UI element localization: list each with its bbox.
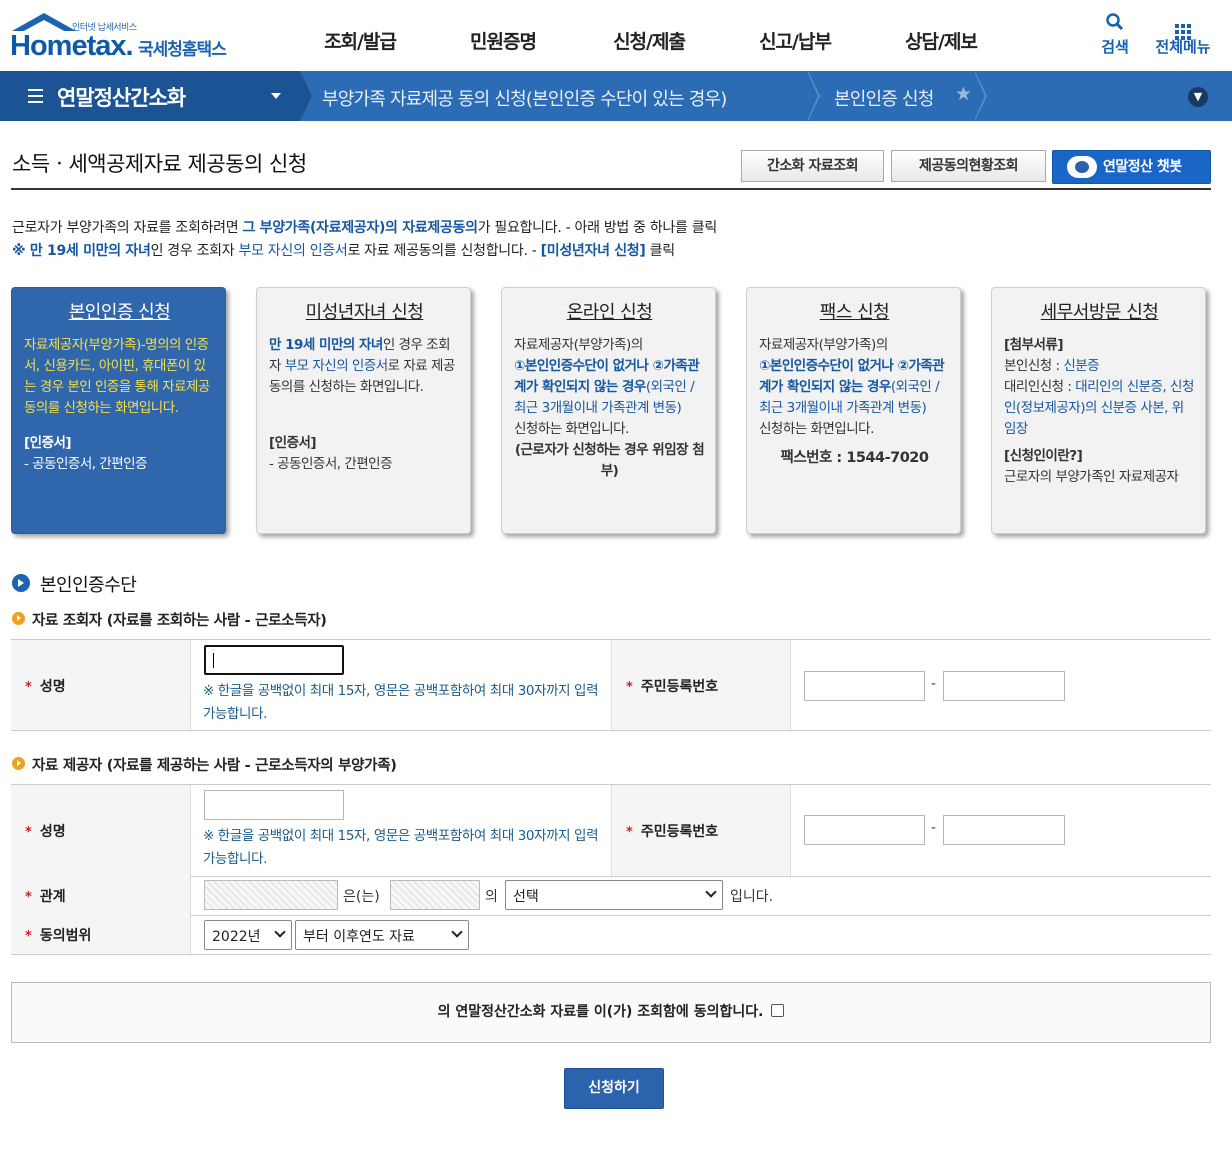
subsection-bullet-icon bbox=[12, 612, 25, 625]
agree-checkbox[interactable] bbox=[771, 1004, 785, 1017]
relation-select[interactable]: 선택 bbox=[505, 880, 723, 910]
hamburger-icon bbox=[28, 89, 43, 107]
card-title[interactable]: 미성년자녀 신청 bbox=[269, 302, 460, 323]
chatbot-icon bbox=[1067, 156, 1097, 178]
chevron-down-icon bbox=[274, 926, 286, 938]
global-nav: 조회/발급 민원증명 신청/제출 신고/납부 상담/제보 bbox=[290, 27, 1014, 54]
search-icon bbox=[1095, 12, 1135, 36]
scope-range-select[interactable]: 부터 이후연도 자료 bbox=[295, 920, 469, 950]
requester-rrn-back-input[interactable] bbox=[943, 671, 1065, 701]
chevron-down-icon bbox=[451, 926, 463, 938]
chatbot-button[interactable]: 연말정산 챗봇 bbox=[1052, 150, 1211, 184]
requester-name-input[interactable] bbox=[204, 645, 344, 675]
submit-button[interactable]: 신청하기 bbox=[564, 1068, 664, 1109]
card-title[interactable]: 온라인 신청 bbox=[514, 302, 705, 323]
required-mark: * bbox=[25, 929, 32, 944]
card-visit-office[interactable]: 세무서방문 신청 [첨부서류] 본인신청 : 신분증 대리인신청 : 대리인의 … bbox=[991, 287, 1206, 534]
card-self-auth[interactable]: 본인인증 신청 자료제공자(부양가족)-명의의 인증서, 신용카드, 아이핀, … bbox=[11, 287, 226, 534]
breadcrumb: 연말정산간소화 부양가족 자료제공 동의 신청(본인인증 수단이 있는 경우) … bbox=[0, 71, 1232, 121]
all-menu-button[interactable]: 전체메뉴 bbox=[1150, 12, 1216, 57]
search-button[interactable]: 검색 bbox=[1095, 12, 1135, 57]
required-mark: * bbox=[626, 825, 633, 840]
chatbot-label: 연말정산 챗봇 bbox=[1103, 159, 1182, 175]
relation-provider-field bbox=[390, 880, 480, 910]
section-bullet-icon bbox=[12, 574, 30, 592]
all-menu-label: 전체메뉴 bbox=[1155, 38, 1211, 56]
required-mark: * bbox=[25, 890, 32, 905]
gnb-inquiry[interactable]: 조회/발급 bbox=[290, 27, 430, 54]
intro-text: 근로자가 부양가족의 자료를 조회하려면 그 부양가족(자료제공자)의 자료제공… bbox=[12, 220, 717, 259]
requester-rrn-front-input[interactable] bbox=[804, 671, 925, 701]
card-title[interactable]: 팩스 신청 bbox=[759, 302, 950, 323]
requester-name-note: ※ 한글을 공백없이 최대 15자, 영문은 공백포함하여 최대 30자까지 입… bbox=[203, 683, 599, 722]
provider-name-input[interactable] bbox=[204, 790, 344, 820]
provider-name-row: * 성명 ※ 한글을 공백없이 최대 15자, 영문은 공백포함하여 최대 30자… bbox=[11, 784, 1211, 877]
gnb-consult[interactable]: 상담/제보 bbox=[868, 27, 1014, 54]
gnb-certificate[interactable]: 민원증명 bbox=[430, 27, 576, 54]
required-mark: * bbox=[25, 825, 32, 840]
provider-title: 자료 제공자 (자료를 제공하는 사람 - 근로소득자의 부양가족) bbox=[32, 758, 397, 774]
requester-title: 자료 조회자 (자료를 조회하는 사람 - 근로소득자) bbox=[32, 613, 327, 629]
gnb-report-pay[interactable]: 신고/납부 bbox=[722, 27, 868, 54]
consent-status-button[interactable]: 제공동의현황조회 bbox=[891, 150, 1046, 182]
hometax-logo[interactable]: 인터넷 납세서비스 Hometax. 국세청홈택스 bbox=[10, 10, 250, 65]
subsection-bullet-icon bbox=[12, 757, 25, 770]
breadcrumb-level2[interactable]: 부양가족 자료제공 동의 신청(본인인증 수단이 있는 경우) bbox=[322, 85, 727, 111]
logo-brand-en: Hometax. bbox=[10, 30, 134, 62]
relation-requester-field bbox=[204, 880, 338, 910]
fax-number: 팩스번호 : 1544-7020 bbox=[780, 450, 930, 466]
required-mark: * bbox=[626, 680, 633, 695]
provider-rrn-back-input[interactable] bbox=[943, 815, 1065, 845]
header: 인터넷 납세서비스 Hometax. 국세청홈택스 조회/발급 민원증명 신청/… bbox=[0, 0, 1232, 71]
chevron-down-icon[interactable]: ▼ bbox=[1188, 87, 1208, 107]
page-title: 소득ㆍ세액공제자료 제공동의 신청 bbox=[12, 152, 307, 176]
search-label: 검색 bbox=[1101, 38, 1129, 56]
scope-year-select[interactable]: 2022년 bbox=[204, 920, 292, 950]
card-title[interactable]: 세무서방문 신청 bbox=[1004, 302, 1195, 323]
agreement-box: 의 연말정산간소화 자료를 이(가) 조회함에 동의합니다. bbox=[11, 982, 1211, 1043]
simple-query-button[interactable]: 간소화 자료조회 bbox=[741, 150, 884, 182]
breadcrumb-home[interactable]: 연말정산간소화 bbox=[0, 71, 300, 121]
card-online[interactable]: 온라인 신청 자료제공자(부양가족)의 ①본인인증수단이 없거나 ②가족관계가 … bbox=[501, 287, 716, 534]
section-title: 본인인증수단 bbox=[40, 575, 137, 596]
chevron-down-icon bbox=[705, 886, 717, 898]
caret-down-icon bbox=[271, 93, 281, 99]
agreement-text: 의 연말정산간소화 자료를 이(가) 조회함에 동의합니다. bbox=[437, 1004, 764, 1020]
logo-brand-kr: 국세청홈택스 bbox=[138, 40, 227, 60]
requester-row: * 성명 ※ 한글을 공백없이 최대 15자, 영문은 공백포함하여 최대 30자… bbox=[11, 639, 1211, 731]
breadcrumb-home-label: 연말정산간소화 bbox=[57, 86, 186, 110]
card-fax[interactable]: 팩스 신청 자료제공자(부양가족)의 ①본인인증수단이 없거나 ②가족관계가 확… bbox=[746, 287, 961, 534]
card-minor-child[interactable]: 미성년자녀 신청 만 19세 미만의 자녀인 경우 조회자 부모 자신의 인증서… bbox=[256, 287, 471, 534]
gnb-application[interactable]: 신청/제출 bbox=[576, 27, 722, 54]
card-title[interactable]: 본인인증 신청 bbox=[24, 302, 215, 323]
provider-rrn-front-input[interactable] bbox=[804, 815, 925, 845]
breadcrumb-level3[interactable]: 본인인증 신청 bbox=[834, 85, 934, 111]
relation-row: * 관계 은(는) 의 선택 입니다. bbox=[11, 876, 1211, 916]
required-mark: * bbox=[25, 680, 32, 695]
grid-menu-icon bbox=[1150, 12, 1216, 40]
provider-name-note: ※ 한글을 공백없이 최대 15자, 영문은 공백포함하여 최대 30자까지 입… bbox=[203, 828, 599, 867]
text-cursor bbox=[213, 653, 214, 668]
minor-child-link[interactable]: [미성년자녀 신청] bbox=[541, 243, 646, 259]
title-divider bbox=[11, 188, 1211, 190]
favorite-star-icon[interactable]: ★ bbox=[955, 83, 972, 105]
scope-row: * 동의범위 2022년 부터 이후연도 자료 bbox=[11, 915, 1211, 955]
